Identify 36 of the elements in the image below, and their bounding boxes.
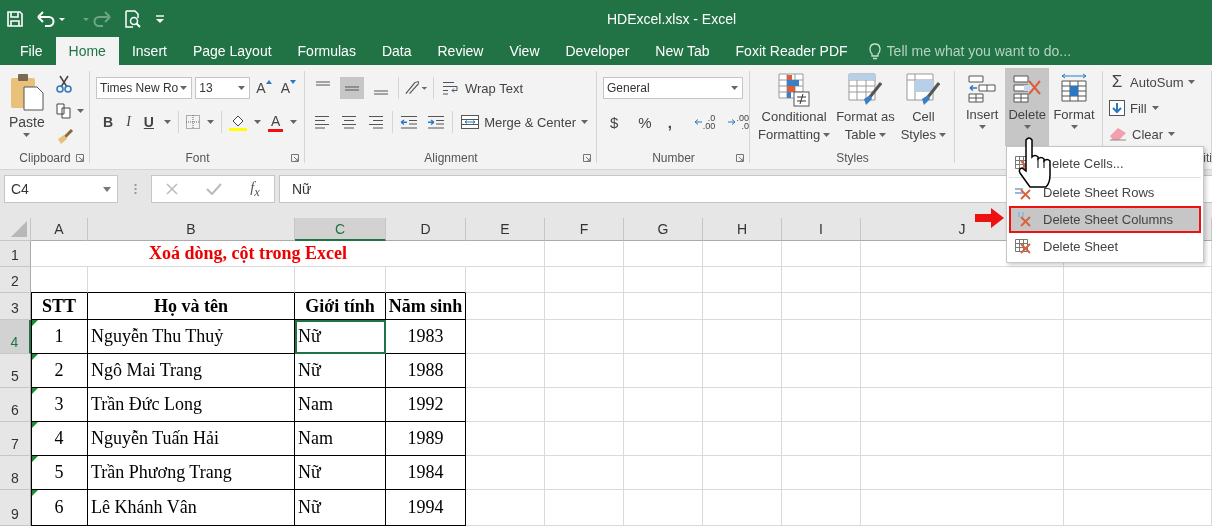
column-heading-cell: Họ và tên xyxy=(88,293,295,320)
table-cell: Nữ xyxy=(295,320,386,354)
table-cell: 1988 xyxy=(386,354,466,388)
group-label: Alignment xyxy=(424,151,478,165)
group-label: Number xyxy=(652,151,695,165)
table-cell: Nữ xyxy=(295,490,386,526)
group-label: Clipboard xyxy=(19,151,71,165)
table-cell: 2 xyxy=(31,354,88,388)
table-cell: 1984 xyxy=(386,456,466,490)
table-cell: 1992 xyxy=(386,388,466,422)
table-cell: Nam xyxy=(295,422,386,456)
table-cell: Nam xyxy=(295,388,386,422)
table-cell: Lê Khánh Vân xyxy=(88,490,295,526)
group-label: iti xyxy=(1203,151,1212,165)
table-cell: 1983 xyxy=(386,320,466,354)
table-cell: 3 xyxy=(31,388,88,422)
table-cell: 5 xyxy=(31,456,88,490)
table-cell: Nguyễn Thu Thuỷ xyxy=(88,320,295,354)
table-cell: Ngô Mai Trang xyxy=(88,354,295,388)
table-cell: Nữ xyxy=(295,456,386,490)
group-label: Font xyxy=(185,151,210,165)
table-cell: Trần Phương Trang xyxy=(88,456,295,490)
column-heading-cell: Năm sinh xyxy=(386,293,466,320)
sheet-title: Xoá dòng, cột trong Excel xyxy=(31,241,466,267)
table-cell: Trần Đức Long xyxy=(88,388,295,422)
column-heading-cell: Giới tính xyxy=(295,293,386,320)
group-label: Styles xyxy=(836,151,869,165)
table-cell: Nữ xyxy=(295,354,386,388)
table-cell: 6 xyxy=(31,490,88,526)
column-heading-cell: STT xyxy=(31,293,88,320)
window-title: HDExcel.xlsx - Excel xyxy=(605,10,738,27)
table-cell: 4 xyxy=(31,422,88,456)
table-cell: 1989 xyxy=(386,422,466,456)
table-cell: 1 xyxy=(31,320,88,354)
table-cell: 1994 xyxy=(386,490,466,526)
table-cell: Nguyễn Tuấn Hải xyxy=(88,422,295,456)
